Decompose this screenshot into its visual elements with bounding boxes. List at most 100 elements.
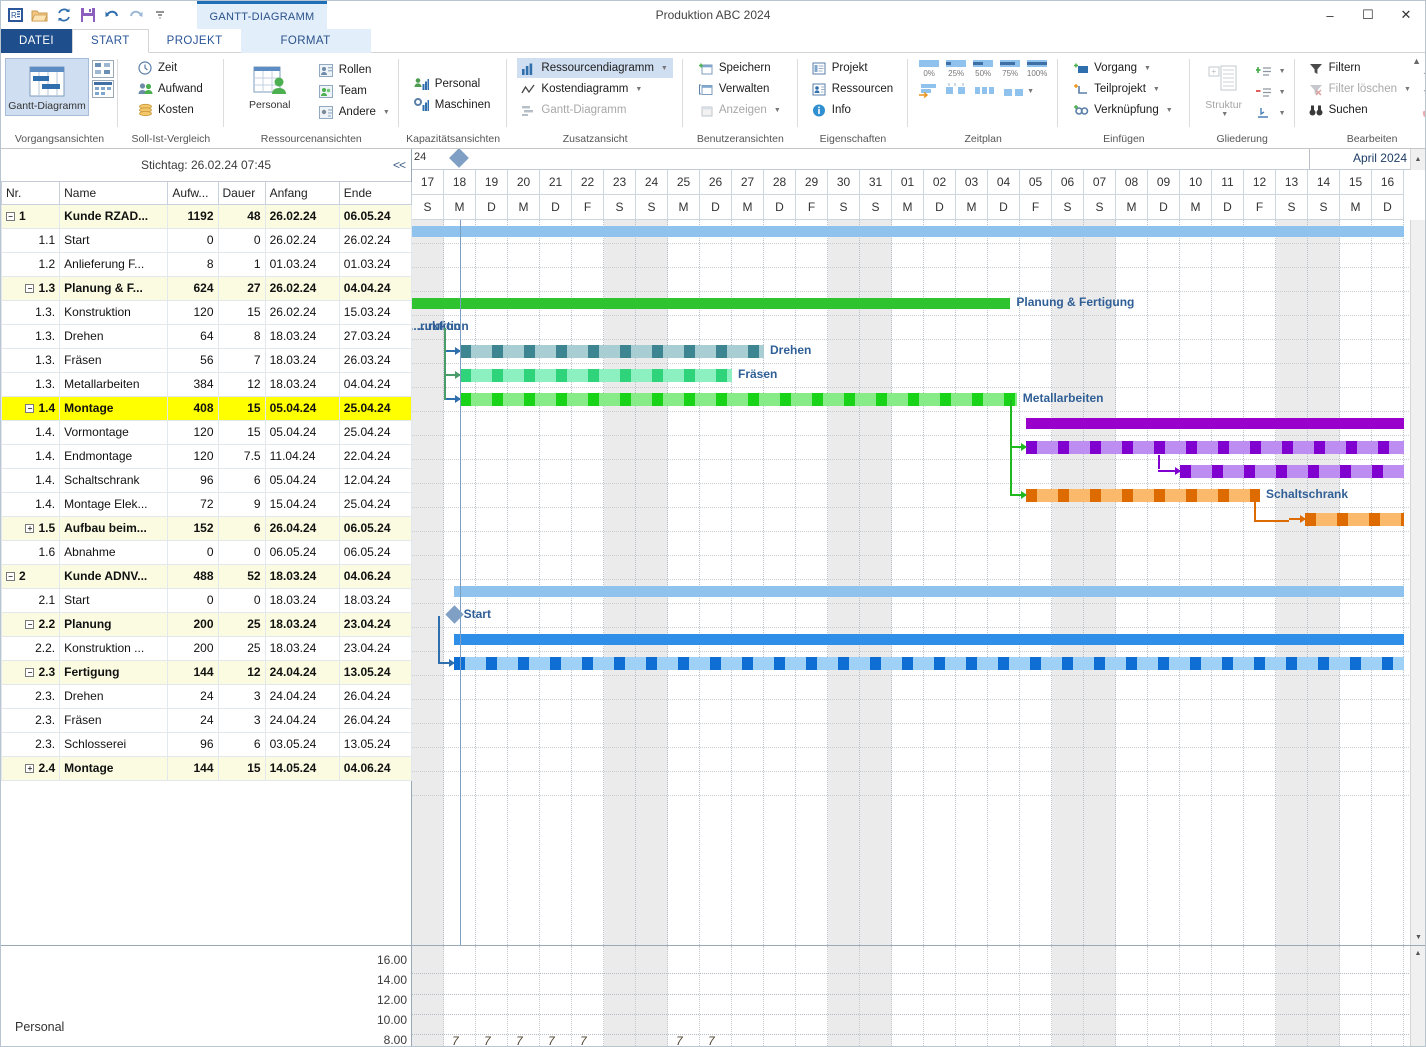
table-row[interactable]: −2.3 Fertigung 144 12 24.04.24 13.05.24 xyxy=(1,660,413,685)
team-button[interactable]: Team xyxy=(315,81,395,101)
redo-icon[interactable] xyxy=(127,7,144,24)
chevron-down-icon[interactable]: ▼ xyxy=(661,65,668,72)
gantt-task-bar[interactable] xyxy=(460,345,764,358)
vorgang-button[interactable]: Vorgang ▼ xyxy=(1070,58,1178,78)
table-row[interactable]: −1 Kunde RZAD... 1192 48 26.02.24 06.05.24 xyxy=(1,204,413,229)
indent-outline-button[interactable]: ▼ xyxy=(1253,103,1291,123)
row-toggle[interactable]: − xyxy=(6,571,15,581)
split-task-icon[interactable] xyxy=(945,82,967,101)
row-toggle[interactable]: − xyxy=(25,619,35,629)
row-toggle[interactable]: − xyxy=(25,283,35,293)
personal-button[interactable]: Personal xyxy=(228,58,312,114)
resource-vertical-scrollbar[interactable]: ▲ ▼ xyxy=(1410,946,1425,1046)
minimize-button[interactable]: – xyxy=(1311,1,1349,29)
gantt-task-bar[interactable] xyxy=(460,393,1017,406)
view-calendar-icon[interactable] xyxy=(92,80,114,98)
table-row[interactable]: 1.4. Endmontage 120 7.5 11.04.24 22.04.24 xyxy=(1,444,413,469)
speichern-ansicht-button[interactable]: Speichern xyxy=(695,58,786,78)
aufwand-button[interactable]: Aufwand xyxy=(134,79,208,99)
gantt-vertical-scrollbar[interactable]: ▼ xyxy=(1410,220,1425,945)
view-network-icon[interactable] xyxy=(92,60,114,78)
zeit-button[interactable]: Zeit xyxy=(134,58,208,78)
kosten-button[interactable]: Kosten xyxy=(134,100,208,120)
ressourcendiagramm-button[interactable]: Ressourcendiagramm ▼ xyxy=(517,58,673,78)
teilprojekt-button[interactable]: Teilprojekt ▼ xyxy=(1070,79,1178,99)
gantt-summary-bar[interactable] xyxy=(412,298,1011,309)
table-row[interactable]: 1.3. Fräsen 56 7 18.03.24 26.03.24 xyxy=(1,348,413,373)
scroll-down-button[interactable] xyxy=(1418,82,1425,102)
andere-button[interactable]: Andere ▼ xyxy=(315,102,395,122)
suchen-button[interactable]: Suchen xyxy=(1305,100,1415,120)
progress-0-button[interactable]: 0% xyxy=(918,58,940,78)
tab-datei[interactable]: DATEI xyxy=(1,29,73,53)
chevron-down-icon[interactable]: ▼ xyxy=(1166,107,1173,114)
gantt-task-bar[interactable] xyxy=(1026,441,1404,454)
tab-projekt[interactable]: PROJEKT xyxy=(149,29,241,53)
qat-more-icon[interactable] xyxy=(151,7,168,24)
collapse-pane-button[interactable]: << xyxy=(393,158,406,172)
col-header-name[interactable]: Name xyxy=(59,182,169,205)
chevron-down-icon[interactable]: ▼ xyxy=(1279,110,1286,117)
table-row[interactable]: 2.1 Start 0 0 18.03.24 18.03.24 xyxy=(1,588,413,613)
group-tasks-icon[interactable]: ▼ xyxy=(1003,84,1034,100)
undo-icon[interactable] xyxy=(103,7,120,24)
progress-75-button[interactable]: 75% xyxy=(999,58,1021,78)
table-row[interactable]: −1.4 Montage 408 15 05.04.24 25.04.24 xyxy=(1,396,413,421)
table-row[interactable]: 1.2 Anlieferung F... 8 1 01.03.24 01.03.24 xyxy=(1,252,413,277)
ressourcen-eigenschaften-button[interactable]: Ressourcen xyxy=(808,79,898,99)
row-toggle[interactable]: − xyxy=(25,667,35,677)
table-row[interactable]: 1.3. Metallarbeiten 384 12 18.03.24 04.04.24 xyxy=(1,372,413,397)
open-icon[interactable] xyxy=(31,7,48,24)
row-toggle[interactable]: + xyxy=(25,523,35,533)
table-row[interactable]: 2.3. Schlosserei 96 6 03.05.24 13.05.24 xyxy=(1,732,413,757)
row-toggle[interactable]: − xyxy=(25,403,35,413)
collapse-outline-button[interactable]: ▼ xyxy=(1253,82,1291,102)
resource-scroll-up-button[interactable]: ▲ xyxy=(1411,946,1425,961)
verwalten-button[interactable]: Verwalten xyxy=(695,79,786,99)
info-button[interactable]: Info xyxy=(808,100,898,120)
col-header-dauer[interactable]: Dauer xyxy=(217,182,266,205)
col-header-ende[interactable]: Ende xyxy=(338,182,413,205)
chevron-down-icon[interactable]: ▼ xyxy=(1279,68,1286,75)
gantt-task-bar[interactable] xyxy=(460,369,732,382)
gantt-summary-bar[interactable] xyxy=(453,586,1404,597)
tab-start[interactable]: START xyxy=(72,29,149,53)
table-row[interactable]: 2.3. Drehen 24 3 24.04.24 26.04.24 xyxy=(1,684,413,709)
table-row[interactable]: +2.4 Montage 144 15 14.05.24 04.06.24 xyxy=(1,756,413,781)
indent-task-icon[interactable] xyxy=(918,82,938,101)
chevron-down-icon[interactable]: ▼ xyxy=(635,86,642,93)
chevron-down-icon[interactable]: ▼ xyxy=(1153,86,1160,93)
table-row[interactable]: −2 Kunde ADNV... 488 52 18.03.24 04.06.24 xyxy=(1,564,413,589)
refresh-icon[interactable] xyxy=(55,7,72,24)
table-row[interactable]: 1.4. Vormontage 120 15 05.04.24 25.04.24 xyxy=(1,420,413,445)
tab-format[interactable]: FORMAT xyxy=(240,29,371,53)
projekt-eigenschaften-button[interactable]: Projekt xyxy=(808,58,898,78)
close-button[interactable]: ✕ xyxy=(1387,1,1425,29)
gantt-summary-bar[interactable] xyxy=(453,634,1404,645)
expand-outline-button[interactable]: ▼ xyxy=(1253,61,1291,81)
gantt-summary-bar[interactable] xyxy=(1026,418,1404,429)
eraser-button[interactable] xyxy=(1418,103,1425,123)
table-row[interactable]: 2.3. Fräsen 24 3 24.04.24 26.04.24 xyxy=(1,708,413,733)
maschinen-button[interactable]: Maschinen xyxy=(411,95,496,115)
table-row[interactable]: 1.3. Drehen 64 8 18.03.24 27.03.24 xyxy=(1,324,413,349)
app-logo-icon[interactable]: R xyxy=(7,7,24,24)
save-icon[interactable] xyxy=(79,7,96,24)
col-header-nr[interactable]: Nr. xyxy=(1,182,61,205)
gantt-diagramm-button[interactable]: Gantt-Diagramm xyxy=(5,58,89,116)
progress-100-button[interactable]: 100% xyxy=(1026,58,1048,78)
rollen-button[interactable]: Rollen xyxy=(315,60,395,80)
gantt-scroll-down-button[interactable]: ▼ xyxy=(1411,930,1425,945)
gantt-task-bar[interactable] xyxy=(1026,489,1260,502)
row-toggle[interactable]: + xyxy=(25,763,35,773)
col-header-aufwand[interactable]: Aufw... xyxy=(167,182,219,205)
gantt-task-bar[interactable] xyxy=(453,657,1404,670)
gantt-task-bar[interactable] xyxy=(1180,465,1404,478)
gantt-summary-bar[interactable] xyxy=(412,226,1404,237)
verknuepfung-button[interactable]: Verknüpfung ▼ xyxy=(1070,100,1178,120)
kostendiagramm-button[interactable]: Kostendiagramm ▼ xyxy=(517,79,672,99)
personal-kapazitaet-button[interactable]: Personal xyxy=(411,74,496,94)
chevron-down-icon[interactable]: ▼ xyxy=(1027,88,1034,95)
table-row[interactable]: −2.2 Planung 200 25 18.03.24 23.04.24 xyxy=(1,612,413,637)
table-row[interactable]: 2.2. Konstruktion ... 200 25 18.03.24 23.04.2… xyxy=(1,636,413,661)
